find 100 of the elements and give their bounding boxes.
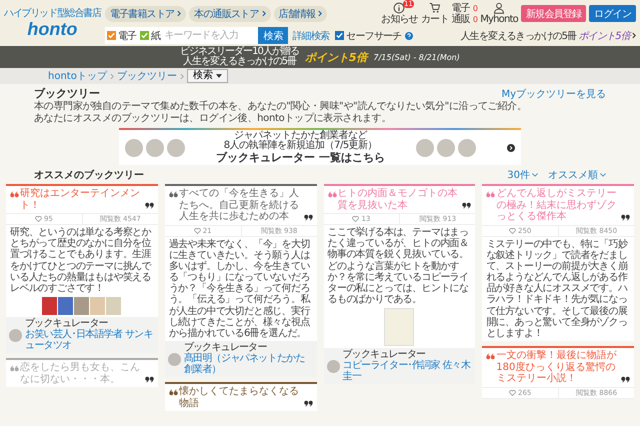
nav-tab[interactable]: 本の通販ストア [189, 6, 271, 22]
avatar [125, 138, 143, 156]
booktree-card[interactable] [164, 184, 316, 378]
chevron-right-icon [177, 10, 182, 17]
booktree-card[interactable]: 懐かしくてたまらなくなる物語 [164, 382, 316, 412]
cart-count: 0 [472, 2, 478, 14]
card-title: 一文の衝撃！最後に物語が180度ひっくり返る驚愕のミステリー小説！ [496, 350, 618, 385]
curator-label: ブックキュレーター [184, 343, 268, 354]
card-description: ミステリーの中でも、特に「巧妙な叙述トリック」で読者をだまして、ストーリーの前提が大きく崩れるようなどんでん返しがある作品が好きな人にオススメです。ハラハラ！ドキドキ！先が気になって仕方ないです。そして最後の展開に、あっと驚いて全身がゾクっとしますよ！ [485, 238, 629, 341]
honto-logo[interactable]: honto [27, 18, 78, 38]
banner-text: 8人の執筆陣を新規追加（7/5更新） [224, 141, 378, 151]
heart-icon[interactable] [34, 216, 42, 222]
card-title: すべての「今を生きる」人たちへ。自己更新を続ける人生を共に歩むための本 [178, 188, 300, 222]
close-quote-icon [304, 400, 312, 408]
chevron-right-icon [180, 72, 184, 80]
curator-label: ブックキュレーター [25, 319, 108, 330]
curator-avatar [168, 352, 181, 366]
register-button[interactable]: 新規会員登録 [520, 5, 586, 22]
open-quote-icon [486, 353, 496, 360]
page-title: ブックツリー [34, 86, 100, 100]
account-label: Myhonto [480, 14, 518, 25]
info-icon[interactable] [393, 2, 406, 14]
caret-icon [216, 74, 222, 78]
cart-label: カート [420, 14, 448, 25]
avatar [436, 138, 455, 156]
search-dropdown[interactable]: 検索 [186, 69, 228, 83]
banner-text: ジャパネットたかた創業者など [234, 131, 367, 141]
banner-headline: ブックキュレーター 一覧はこちら [216, 151, 385, 164]
cart-type-label: 通販 [452, 14, 470, 24]
search-button[interactable]: 検索 [258, 27, 288, 44]
book-cover[interactable] [58, 297, 74, 316]
close-quote-icon [144, 202, 154, 209]
sort-dropdown[interactable]: オススメ順 [548, 168, 606, 182]
cart-icon[interactable] [428, 2, 441, 14]
breadcrumb-link[interactable]: ブックツリー [116, 69, 177, 83]
caret-icon [600, 173, 606, 177]
chevron-right-icon [318, 10, 322, 17]
heart-icon[interactable] [509, 390, 516, 396]
close-quote-icon [144, 376, 154, 384]
logo-tagline: ハイブリッド型総合書店 [4, 8, 101, 18]
card-title: 懐かしくてたまらなくなる物語 [178, 386, 300, 410]
safe-search-checkbox[interactable]: セーフサーチ [333, 27, 404, 44]
curator-name[interactable]: コピーライター･作詞家 佐々木圭一 [342, 360, 472, 382]
my-booktree-link[interactable]: Myブックツリーを見る [501, 86, 606, 100]
avatar [167, 138, 185, 156]
chevron-right-icon [262, 10, 266, 17]
help-icon[interactable] [405, 32, 414, 40]
filter-checkbox[interactable]: 電子 [104, 27, 138, 44]
curator-avatar [326, 360, 340, 373]
book-cover[interactable] [42, 297, 58, 316]
search-field[interactable]: キーワードを入力 [162, 27, 258, 44]
open-quote-icon [328, 191, 336, 198]
card-title: 研究はエンターテインメント！ [20, 188, 141, 211]
avatar [458, 138, 476, 156]
count-dropdown[interactable]: 30件 [507, 168, 538, 182]
checkbox-icon[interactable] [106, 31, 116, 40]
avatar [146, 138, 164, 156]
card-title: 恋をしたら男も女も、こんなに切ない・・・本。 [20, 362, 141, 386]
avatar [416, 138, 434, 156]
login-button[interactable]: ログイン [589, 5, 636, 22]
open-quote-icon [10, 191, 19, 198]
checkbox-icon[interactable] [140, 31, 150, 40]
card-title: どんでん返しがミステリーの極み！結末に思わずゾクっとくる傑作本 [496, 188, 618, 222]
card-title: ヒトの内面＆モノゴトの本質を見抜いた本 [338, 188, 458, 211]
open-quote-icon [486, 191, 496, 198]
curator-name[interactable]: 髙田明（ジャパネットたかた創業者） [184, 353, 314, 376]
card-description: 研究、というのは単なる考察とかとちがって歴史のなかに自分を位置づけることでもあります。生涯をかけてひとつのテーマに挑んでいる人たちの熱量はもはや笑えるレベルのすごさです！ [9, 226, 152, 296]
filter-checkbox[interactable]: 紙 [138, 27, 162, 44]
checkbox-icon[interactable] [335, 31, 344, 40]
promo-text: 人生を変えるきっかけの5冊 [182, 57, 296, 67]
cart-type-label: 電子 [452, 2, 470, 14]
nav-tab[interactable]: 店舗情報 [274, 6, 328, 22]
open-quote-icon [10, 365, 19, 372]
intro-text: 本の専門家が独自のテーマで集めた数千の本を、あなたの"関心・興味"や"読んでなりたい気分"に沿ってご紹介。 [34, 101, 528, 112]
heart-icon[interactable] [509, 228, 516, 234]
curator-banner[interactable]: ジャパネットたかた創業者など 8人の執筆陣を新規追加（7/5更新） ブックキュレーター 一覧はこちら [119, 128, 521, 165]
advanced-search-link[interactable]: 詳細検索 [292, 28, 330, 42]
curator-name[interactable]: お笑い芸人･日本語学者 サンキュータツオ [25, 329, 155, 352]
curator-avatar [9, 328, 22, 342]
notification-label: お知らせ [381, 14, 418, 25]
promo-period: 7/15(Sat) - 8/21(Mon) [374, 52, 460, 62]
curator-label: ブックキュレーター [342, 350, 426, 360]
breadcrumb-link[interactable]: hontoトップ [48, 69, 107, 83]
next-arrow-icon[interactable] [506, 144, 515, 152]
card-description: ここで挙げる本は、テーマはまったく違っているが、ヒトの内面＆物事の本質を鋭く見抜いている。どのような言葉がヒトを動かすか？を常に考えているコピーライターの私にとっては、ヒントになるものばかりである。 [326, 226, 470, 308]
caret-icon [532, 173, 538, 177]
heart-icon[interactable] [194, 228, 201, 234]
open-quote-icon [168, 191, 178, 198]
close-quote-icon [621, 376, 630, 383]
card-description: 過去や未来でなく、「今」を大切に生きていきたい。そう願う人は多いはず。しかし、今を生きている「つもり」になっていないだろうか？「今を生きる」って何だろう。「伝える」って何だろう。私が人生の中で大切だと感じ、実行し続けてきたことが、様々な視点から描かれている6冊を選んだ。 [168, 238, 312, 341]
book-cover[interactable] [74, 297, 90, 316]
open-quote-icon [168, 389, 178, 396]
user-icon[interactable] [493, 2, 506, 14]
heart-icon[interactable] [352, 216, 360, 222]
promo-link[interactable]: 人生を変えるきっかけの5冊 ポイント5倍 [460, 28, 636, 42]
nav-tab[interactable]: 電子書籍ストア [104, 6, 186, 22]
chevron-right-icon [110, 72, 114, 80]
cart-count: 0 [472, 14, 478, 24]
intro-text: あなたにオススメのブックツリーは、ログイン後、hontoトップに表示されます。 [34, 113, 392, 125]
promo-text: ビジネスリーダー10人が贈る [180, 47, 299, 57]
